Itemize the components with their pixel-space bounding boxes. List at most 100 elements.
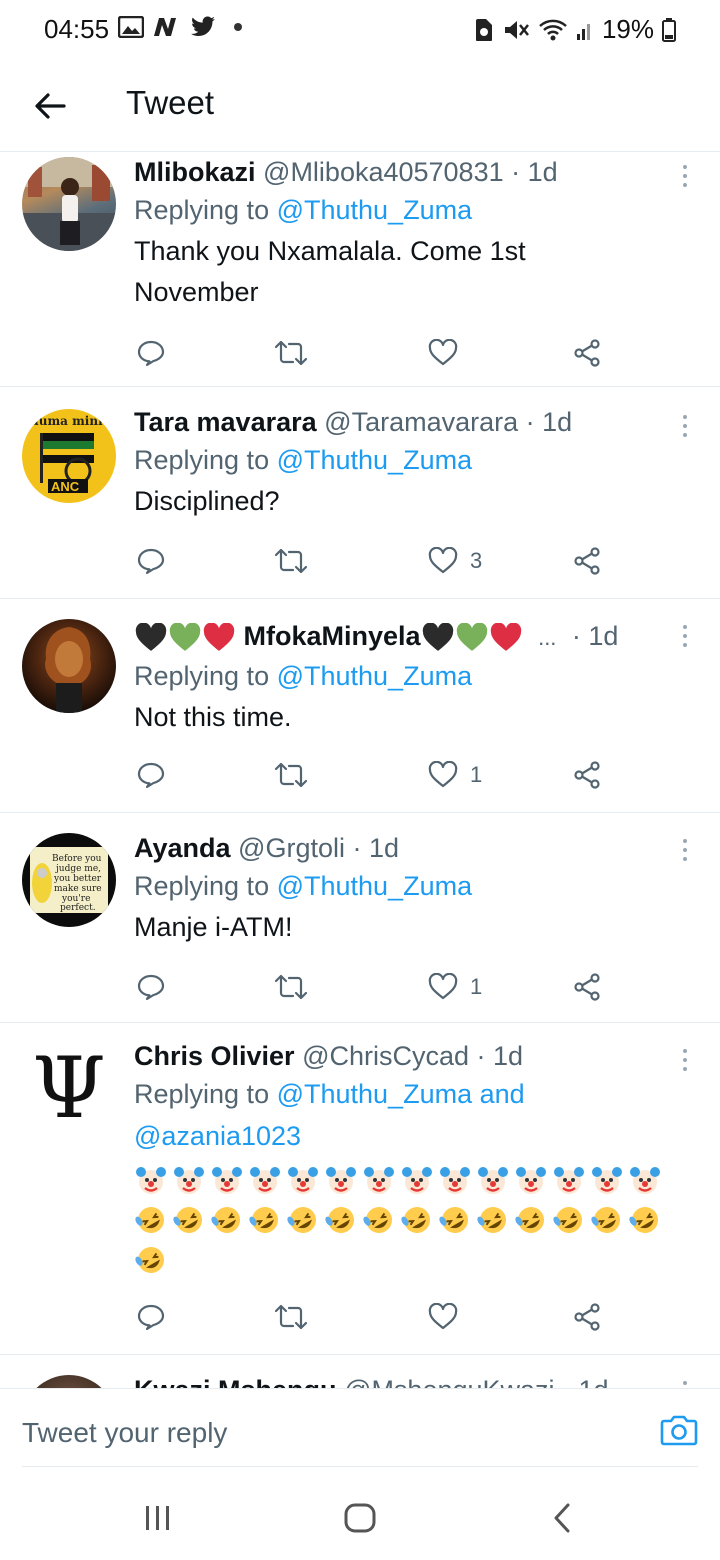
reply-button[interactable]	[136, 335, 166, 371]
home-icon[interactable]	[342, 1500, 378, 1536]
black-heart-icon	[422, 622, 453, 651]
share-button[interactable]	[572, 1299, 602, 1335]
author-name[interactable]: MfokaMinyela	[244, 621, 421, 651]
more-options-icon[interactable]	[678, 837, 692, 863]
like-count: 1	[470, 762, 483, 787]
mention-link[interactable]: @Thuthu_Zuma	[277, 661, 473, 691]
rofl-emoji	[248, 1203, 282, 1237]
replying-label: Replying to	[134, 661, 277, 691]
clown-face-emoji	[362, 1163, 396, 1197]
clown-face-emoji	[400, 1163, 434, 1197]
tweet-content: Tara mavarara @Taramavarara · 1d Replyin…	[134, 405, 680, 522]
back-arrow-icon[interactable]	[30, 86, 70, 126]
more-options-icon[interactable]	[678, 1047, 692, 1073]
more-options-icon[interactable]	[678, 413, 692, 439]
tweet-item[interactable]: Ψ Chris Olivier @ChrisCycad · 1d Replyin…	[0, 1023, 720, 1355]
tweet-text: Thank you Nxamalala. Come 1st November	[134, 231, 680, 313]
reply-button[interactable]	[136, 543, 166, 579]
retweet-icon	[274, 762, 308, 788]
tweet-item[interactable]: Kwazi Mshengu @MshenguKwazi · 1d	[0, 1355, 720, 1388]
share-icon	[574, 1303, 600, 1331]
avatar[interactable]	[22, 619, 116, 713]
avatar[interactable]: Ψ	[22, 1041, 116, 1135]
author-name[interactable]: Kwazi Mshengu	[134, 1375, 337, 1388]
rofl-emoji	[134, 1243, 168, 1277]
author-handle[interactable]: @MshenguKwazi	[344, 1375, 555, 1388]
retweet-button[interactable]	[274, 1299, 308, 1335]
author-handle[interactable]: @Taramavarara	[324, 407, 518, 437]
avatar[interactable]: uuma mini ANC	[22, 409, 116, 503]
heart-emoji-group	[421, 621, 523, 651]
share-button[interactable]	[572, 969, 602, 1005]
recent-apps-icon[interactable]	[144, 1500, 172, 1536]
like-button[interactable]: 3	[428, 543, 482, 579]
tweet-actions: 1	[134, 757, 614, 793]
replying-to-cont: @azania1023	[134, 1115, 680, 1157]
rofl-emoji	[476, 1203, 510, 1237]
like-button[interactable]	[428, 1299, 470, 1335]
tweet-text-line: Thank you Nxamalala. Come 1st	[134, 236, 526, 266]
mention-link[interactable]: @Thuthu_Zuma	[277, 871, 473, 901]
clown-face-emoji	[438, 1163, 472, 1197]
retweet-button[interactable]	[274, 543, 308, 579]
mention-link[interactable]: @Thuthu_Zuma	[277, 195, 473, 225]
avatar-text-line: Before you	[52, 854, 102, 864]
tweet-time: · 1d	[503, 157, 558, 187]
replies-list[interactable]: Mlibokazi @Mliboka40570831 · 1d Replying…	[0, 153, 720, 1388]
heart-icon	[428, 339, 458, 366]
author-handle[interactable]: @ChrisCycad	[302, 1041, 469, 1071]
author-name[interactable]: Tara mavarara	[134, 407, 317, 437]
retweet-button[interactable]	[274, 757, 308, 793]
mention-link[interactable]: @Thuthu_Zuma	[277, 445, 473, 475]
share-button[interactable]	[572, 335, 602, 371]
tweet-header: Ayanda @Grgtoli · 1d	[134, 831, 680, 865]
rofl-emoji	[552, 1203, 586, 1237]
clown-face-emoji	[590, 1163, 624, 1197]
reply-composer[interactable]: Tweet your reply	[0, 1388, 720, 1468]
more-options-icon[interactable]	[678, 163, 692, 189]
red-heart-icon	[203, 622, 235, 651]
tweet-item[interactable]: uuma mini ANC Tara mavarara @Taramavarar…	[0, 387, 720, 599]
avatar-text-line: perfect.	[60, 903, 96, 913]
author-handle[interactable]: @Grgtoli	[238, 833, 345, 863]
reply-button[interactable]	[136, 757, 166, 793]
share-button[interactable]	[572, 757, 602, 793]
tweet-item[interactable]: Mlibokazi @Mliboka40570831 · 1d Replying…	[0, 153, 720, 387]
clown-face-emoji	[134, 1163, 168, 1197]
avatar[interactable]: Before you judge me, you better make sur…	[22, 833, 116, 927]
avatar[interactable]	[22, 157, 116, 251]
avatar[interactable]	[22, 1375, 116, 1388]
reply-divider	[22, 1466, 698, 1467]
share-icon	[574, 547, 600, 575]
tweet-item[interactable]: MfokaMinyela ... · 1d Replying to @Thuth…	[0, 599, 720, 813]
back-nav-icon[interactable]	[550, 1500, 574, 1536]
like-button[interactable]	[428, 335, 470, 371]
tweet-content: Chris Olivier @ChrisCycad · 1d Replying …	[134, 1039, 680, 1283]
reply-input[interactable]: Tweet your reply	[22, 1417, 227, 1449]
like-button[interactable]: 1	[428, 757, 482, 793]
author-name[interactable]: Mlibokazi	[134, 157, 256, 187]
mention-link[interactable]: @Thuthu_Zuma and	[277, 1079, 525, 1109]
rofl-emoji	[172, 1203, 206, 1237]
author-handle[interactable]: ...	[538, 625, 556, 650]
share-button[interactable]	[572, 543, 602, 579]
author-name[interactable]: Chris Olivier	[134, 1041, 295, 1071]
author-name[interactable]: Ayanda	[134, 833, 231, 863]
tweet-header: Kwazi Mshengu @MshenguKwazi · 1d	[134, 1373, 680, 1388]
like-button[interactable]: 1	[428, 969, 482, 1005]
camera-icon[interactable]	[660, 1413, 698, 1447]
mention-link[interactable]: @azania1023	[134, 1121, 301, 1151]
author-handle[interactable]: @Mliboka40570831	[263, 157, 504, 187]
retweet-button[interactable]	[274, 969, 308, 1005]
tweet-item[interactable]: Before you judge me, you better make sur…	[0, 813, 720, 1023]
reply-icon	[137, 974, 165, 1001]
tweet-text-line: November	[134, 277, 259, 307]
image-icon	[118, 16, 144, 38]
reply-button[interactable]	[136, 1299, 166, 1335]
storage-icon	[475, 18, 492, 41]
retweet-icon	[274, 548, 308, 574]
reply-button[interactable]	[136, 969, 166, 1005]
more-options-icon[interactable]	[678, 1379, 692, 1388]
more-options-icon[interactable]	[678, 623, 692, 649]
retweet-button[interactable]	[274, 335, 308, 371]
